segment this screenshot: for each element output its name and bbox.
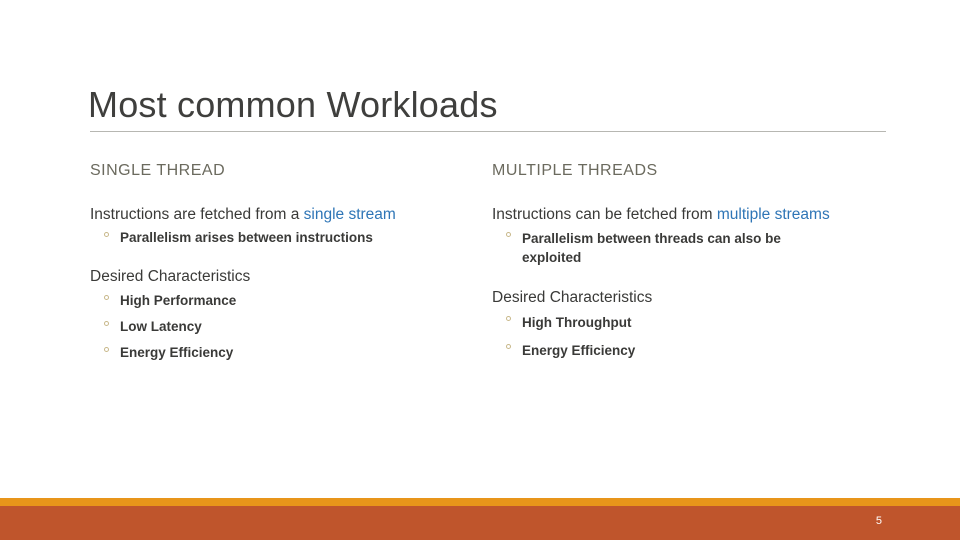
bullet-circle-icon xyxy=(104,295,109,300)
list-item-label: High Performance xyxy=(120,293,237,308)
list-item: Low Latency xyxy=(90,318,470,335)
page-title: Most common Workloads xyxy=(88,84,498,125)
list-item-label: Low Latency xyxy=(120,319,202,334)
column-single-thread: SINGLE THREAD Instructions are fetched f… xyxy=(90,160,470,361)
right-section-bullet-list: High Throughput Energy Efficiency xyxy=(492,313,842,360)
list-item-label: Energy Efficiency xyxy=(120,345,234,360)
footer-band xyxy=(0,506,960,540)
bullet-circle-icon xyxy=(506,316,511,321)
list-item: Energy Efficiency xyxy=(90,344,470,361)
list-item: High Throughput xyxy=(492,313,842,332)
left-lead-text: Instructions are fetched from a single s… xyxy=(90,204,470,226)
column-multiple-threads: MULTIPLE THREADS Instructions can be fet… xyxy=(492,160,842,360)
list-item-label: Parallelism between threads can also be … xyxy=(522,231,781,265)
page-number: 5 xyxy=(875,515,882,527)
left-section-bullet-list: High Performance Low Latency Energy Effi… xyxy=(90,292,470,361)
list-item-label: High Throughput xyxy=(522,315,632,330)
list-item: Parallelism arises between instructions xyxy=(90,229,470,246)
right-lead-text: Instructions can be fetched from multipl… xyxy=(492,204,842,226)
column-header-left: SINGLE THREAD xyxy=(90,162,226,179)
bullet-circle-icon xyxy=(506,344,511,349)
right-lead-highlight: multiple streams xyxy=(716,206,830,223)
title-divider xyxy=(90,131,886,132)
list-item-label: Parallelism arises between instructions xyxy=(120,230,373,245)
right-lead-prefix: Instructions can be fetched from xyxy=(492,206,717,223)
bullet-circle-icon xyxy=(104,347,109,352)
column-header-right: MULTIPLE THREADS xyxy=(492,162,658,179)
slide-canvas: Most common Workloads SINGLE THREAD Inst… xyxy=(0,0,960,540)
footer-accent-stripe xyxy=(0,498,960,506)
list-item: Parallelism between threads can also be … xyxy=(492,229,842,267)
left-lead-highlight: single stream xyxy=(303,206,396,223)
bullet-circle-icon xyxy=(506,232,511,237)
left-lead-prefix: Instructions are fetched from a xyxy=(90,206,304,223)
left-section-title: Desired Characteristics xyxy=(90,268,251,285)
list-item: Energy Efficiency xyxy=(492,341,842,360)
bullet-circle-icon xyxy=(104,321,109,326)
left-lead-bullet-list: Parallelism arises between instructions xyxy=(90,229,470,246)
right-section-title: Desired Characteristics xyxy=(492,289,653,306)
right-lead-bullet-list: Parallelism between threads can also be … xyxy=(492,229,842,267)
bullet-circle-icon xyxy=(104,232,109,237)
list-item: High Performance xyxy=(90,292,470,309)
list-item-label: Energy Efficiency xyxy=(522,343,636,358)
